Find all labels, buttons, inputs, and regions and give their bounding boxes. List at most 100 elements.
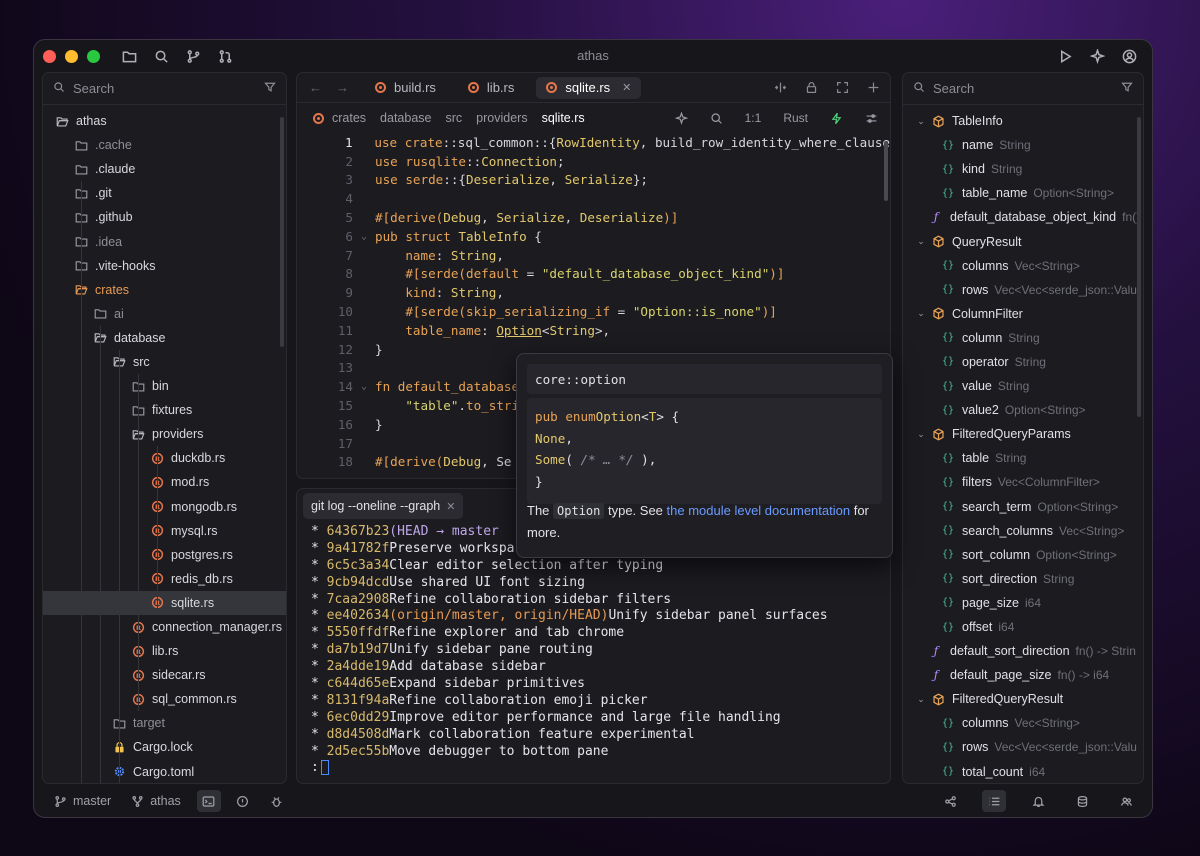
tree-item[interactable]: providers: [43, 422, 286, 446]
sparkle-icon[interactable]: [674, 111, 688, 125]
search-icon[interactable]: [710, 112, 723, 125]
tree-item[interactable]: crates: [43, 278, 286, 302]
language-mode[interactable]: Rust: [783, 111, 808, 125]
outline-item[interactable]: ⌄ QueryResult: [903, 229, 1143, 253]
code-line[interactable]: 10 #[serde(skip_serializing_if = "Option…: [297, 302, 890, 321]
outline-item[interactable]: {} sort_direction String: [903, 567, 1143, 591]
back-arrow-icon[interactable]: ←: [309, 80, 322, 95]
editor-scrollbar[interactable]: [884, 141, 888, 201]
outline-item[interactable]: ⌄ ColumnFilter: [903, 302, 1143, 326]
folder-icon[interactable]: [120, 47, 138, 65]
code-line[interactable]: 11 table_name: Option<String>,: [297, 321, 890, 340]
zoom-window-button[interactable]: [87, 49, 100, 63]
outline-item[interactable]: {} page_size i64: [903, 591, 1143, 615]
settings-sliders-icon[interactable]: [865, 112, 878, 125]
terminal-output[interactable]: * 64367b23 (HEAD → master * 9a41782f Pre…: [297, 523, 890, 776]
outline-item[interactable]: ⌄ FilteredQueryParams: [903, 422, 1143, 446]
tree-item[interactable]: Rduckdb.rs: [43, 446, 286, 470]
tree-item[interactable]: .github: [43, 205, 286, 229]
terminal-prompt[interactable]: :: [311, 759, 890, 776]
tree-item[interactable]: Rsidecar.rs: [43, 663, 286, 687]
lock-icon[interactable]: [805, 81, 818, 94]
outline-item[interactable]: ƒ default_page_size fn() -> i64: [903, 663, 1143, 687]
outline-item[interactable]: {} value String: [903, 374, 1143, 398]
code-line[interactable]: 1 use crate::sql_common::{RowIdentity, bu…: [297, 133, 890, 152]
outline-item[interactable]: {} table_name Option<String>: [903, 181, 1143, 205]
chevron-down-icon[interactable]: ⌄: [915, 236, 927, 247]
explorer-scrollbar[interactable]: [280, 117, 284, 347]
breadcrumb-item[interactable]: crates: [332, 111, 366, 125]
outline-item[interactable]: ƒ default_sort_direction fn() -> Strin: [903, 639, 1143, 663]
close-icon[interactable]: ✕: [446, 500, 455, 513]
diagnostics-button[interactable]: [231, 790, 255, 812]
filter-icon[interactable]: [1121, 81, 1133, 96]
code-line[interactable]: 5 #[derive(Debug, Serialize, Deserialize)…: [297, 208, 890, 227]
outline-item[interactable]: {} sort_column Option<String>: [903, 543, 1143, 567]
code-line[interactable]: 7 name: String,: [297, 246, 890, 265]
outline-search-input[interactable]: Search: [933, 81, 1121, 96]
tree-item[interactable]: target: [43, 711, 286, 735]
outline-item[interactable]: {} search_term Option<String>: [903, 495, 1143, 519]
expand-icon[interactable]: [836, 81, 849, 94]
tree-item[interactable]: database: [43, 326, 286, 350]
code-line[interactable]: 9 kind: String,: [297, 283, 890, 302]
outline-item[interactable]: {} columns Vec<String>: [903, 254, 1143, 278]
account-icon[interactable]: [1120, 47, 1138, 65]
notifications-button[interactable]: [1026, 790, 1050, 812]
graph-button[interactable]: [938, 790, 962, 812]
minimize-window-button[interactable]: [65, 49, 78, 63]
tree-item[interactable]: .vite-hooks: [43, 254, 286, 278]
outline-item[interactable]: {} value2 Option<String>: [903, 398, 1143, 422]
tree-item[interactable]: Rpostgres.rs: [43, 543, 286, 567]
code-line[interactable]: 6 ⌄ pub struct TableInfo {: [297, 227, 890, 246]
outline-search-box[interactable]: Search: [903, 73, 1143, 105]
split-icon[interactable]: [774, 81, 787, 94]
code-line[interactable]: 4: [297, 189, 890, 208]
tree-item[interactable]: .idea: [43, 229, 286, 253]
module-docs-link[interactable]: the module level documentation: [667, 503, 851, 518]
chevron-down-icon[interactable]: ⌄: [915, 429, 927, 440]
tree-item[interactable]: src: [43, 350, 286, 374]
tree-item[interactable]: Rredis_db.rs: [43, 567, 286, 591]
outline-item[interactable]: {} columns Vec<String>: [903, 711, 1143, 735]
outline-scrollbar[interactable]: [1137, 117, 1141, 417]
tree-item[interactable]: Rsql_common.rs: [43, 687, 286, 711]
close-window-button[interactable]: [43, 49, 56, 63]
breadcrumb-item[interactable]: sqlite.rs: [542, 111, 585, 125]
outline-item[interactable]: {} column String: [903, 326, 1143, 350]
tree-item[interactable]: Rconnection_manager.rs: [43, 615, 286, 639]
tree-item[interactable]: .git: [43, 181, 286, 205]
code-line[interactable]: 3 use serde::{Deserialize, Serialize};: [297, 171, 890, 190]
chevron-down-icon[interactable]: ⌄: [915, 308, 927, 319]
pull-request-icon[interactable]: [216, 47, 234, 65]
git-branch-icon[interactable]: [184, 47, 202, 65]
tree-item[interactable]: Rlib.rs: [43, 639, 286, 663]
outline-item[interactable]: {} rows Vec<Vec<serde_json::Valu: [903, 735, 1143, 759]
close-icon[interactable]: ✕: [622, 81, 631, 94]
editor-tab[interactable]: build.rs: [365, 77, 446, 99]
tree-item[interactable]: athas: [43, 109, 286, 133]
sparkle-icon[interactable]: [1088, 47, 1106, 65]
outline-item[interactable]: {} kind String: [903, 157, 1143, 181]
collaboration-button[interactable]: [1114, 790, 1138, 812]
chevron-down-icon[interactable]: ⌄: [915, 116, 927, 127]
outline-item[interactable]: {} filters Vec<ColumnFilter>: [903, 470, 1143, 494]
breadcrumb-item[interactable]: src: [445, 111, 462, 125]
outline-item[interactable]: ⌄ TableInfo: [903, 109, 1143, 133]
outline-item[interactable]: {} table String: [903, 446, 1143, 470]
terminal-toggle-button[interactable]: [196, 790, 221, 812]
editor-tab[interactable]: sqlite.rs ✕: [536, 76, 642, 99]
terminal-tab[interactable]: git log --oneline --graph ✕: [303, 493, 464, 519]
breadcrumb-item[interactable]: database: [380, 111, 431, 125]
tree-item[interactable]: Rmod.rs: [43, 470, 286, 494]
branch-indicator[interactable]: master: [54, 794, 111, 808]
editor-tab[interactable]: lib.rs: [458, 77, 524, 99]
tree-item[interactable]: Rsqlite.rs: [43, 590, 286, 615]
outline-item[interactable]: {} search_columns Vec<String>: [903, 519, 1143, 543]
project-indicator[interactable]: athas: [131, 794, 181, 808]
tree-item[interactable]: fixtures: [43, 398, 286, 422]
filter-icon[interactable]: [264, 81, 276, 96]
search-icon[interactable]: [152, 47, 170, 65]
tree-item[interactable]: .claude: [43, 157, 286, 181]
outline-button[interactable]: [982, 790, 1006, 812]
